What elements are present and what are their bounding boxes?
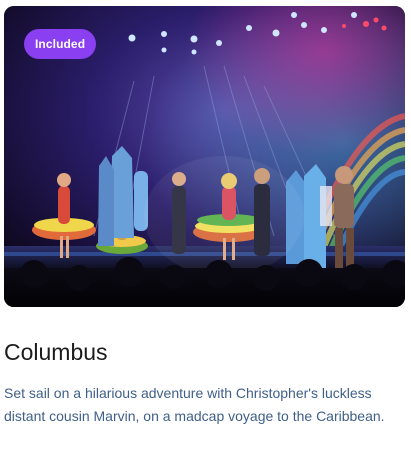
show-description: Set sail on a hilarious adventure with C… [4, 385, 385, 424]
show-title: Columbus [4, 339, 108, 365]
show-card[interactable]: Included Columbus Set sail on a hilariou… [0, 0, 411, 451]
show-photo[interactable]: Included [4, 6, 405, 307]
included-badge: Included [24, 29, 97, 59]
